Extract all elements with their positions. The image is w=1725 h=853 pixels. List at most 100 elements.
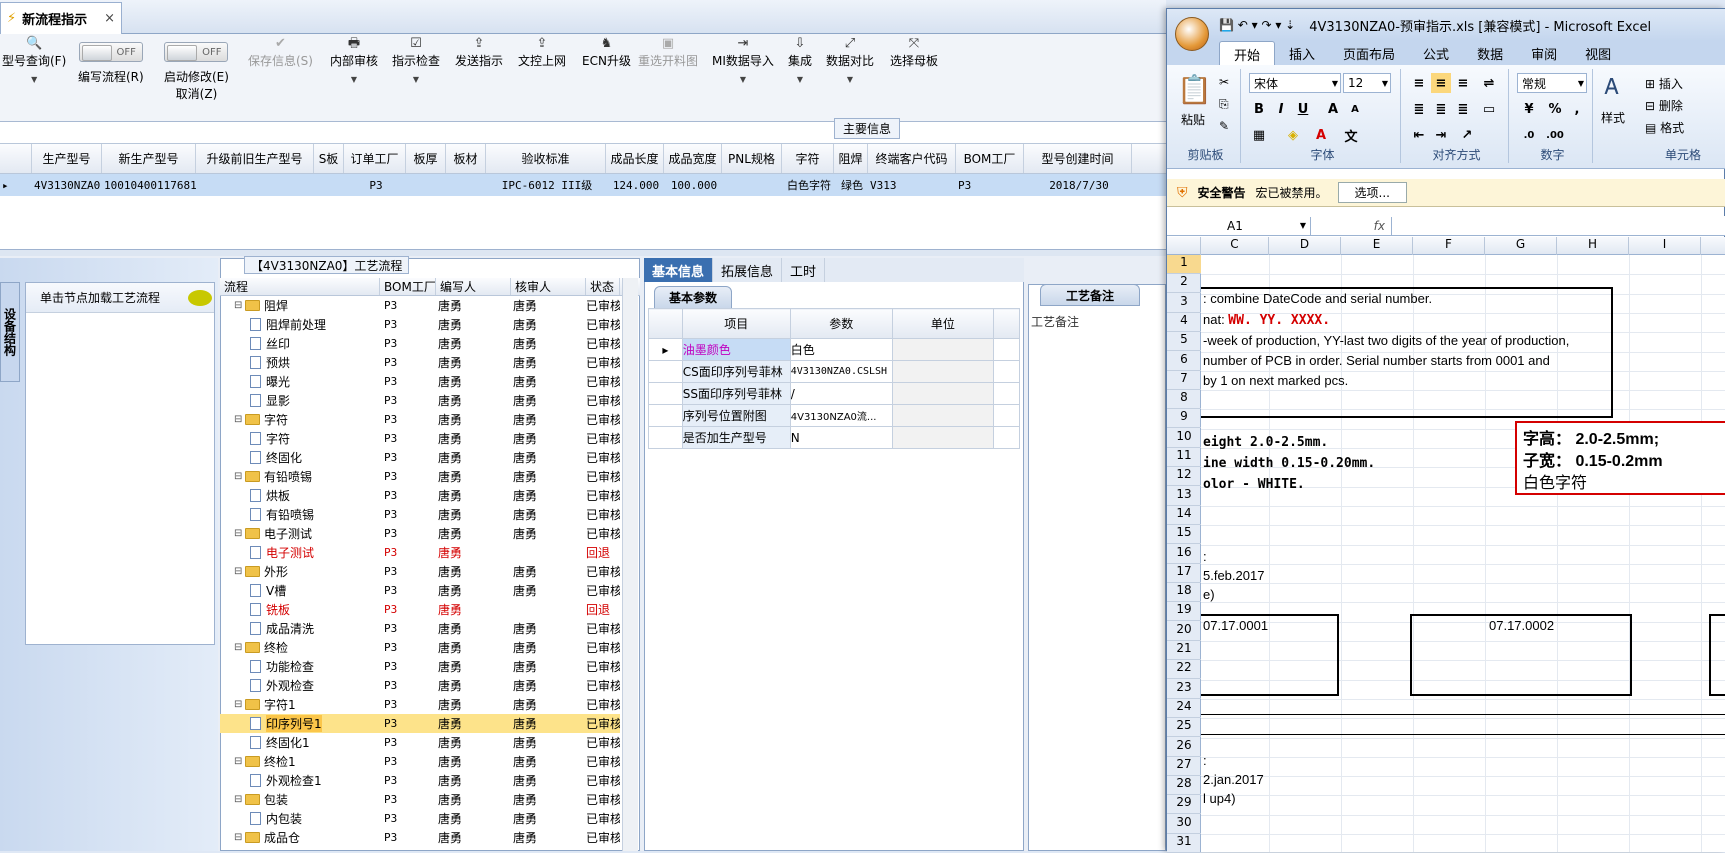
tree-row[interactable]: ⊟ 包装 P3 唐勇 唐勇 已审核 [220,790,620,809]
table-row[interactable]: 是否加生产型号 N [648,426,1020,449]
row-header[interactable]: 11 [1167,448,1201,467]
table-cell[interactable]: 4V3130NZA0 [32,174,102,196]
tree-row[interactable]: 电子测试 P3 唐勇 回退 [220,543,620,562]
collapse-icon[interactable]: ⊟ [234,566,243,577]
tree-node[interactable]: ⊟ 外形 [220,562,380,581]
doc-tab-new-process[interactable]: ⚡ 新流程指示 × [0,2,122,34]
grid-col-header[interactable]: 阻焊 [834,144,868,173]
tree-col-header[interactable]: 核审人 [511,278,586,295]
model-query-button[interactable]: 🔍 型号查询(F) ▼ [2,36,66,84]
grid-col-header[interactable]: 新生产型号 [102,144,196,173]
column-header[interactable]: E [1341,237,1413,255]
align-center-icon[interactable]: ≣ [1431,99,1451,119]
grid-col-header[interactable]: 验收标准 [486,144,606,173]
row-header[interactable]: 18 [1167,583,1201,602]
tree-node[interactable]: ⊟ 成品仓 [220,828,380,847]
tree-row[interactable]: 曝光 P3 唐勇 唐勇 已审核 [220,372,620,391]
internal-review-button[interactable]: 🖶 内部审核 ▼ [330,36,378,84]
tree-col-header[interactable]: 编写人 [436,278,511,295]
tree-row[interactable]: 印序列号1 P3 唐勇 唐勇 已审核 [220,714,620,733]
tree-row[interactable]: V槽 P3 唐勇 唐勇 已审核 [220,581,620,600]
write-process-toggle[interactable]: OFF 编写流程(R) [78,36,144,85]
column-header[interactable]: I [1629,237,1701,255]
save-info-button[interactable]: ✔ 保存信息(S) [248,36,313,69]
grid-col-header[interactable]: 字符 [782,144,834,173]
wrap-text-icon[interactable]: ⇌ [1479,73,1499,93]
tree-node[interactable]: 有铅喷锡 [220,505,380,524]
row-header[interactable]: 3 [1167,294,1201,313]
grid-col-header[interactable]: BOM工厂 [956,144,1024,173]
decrease-indent-icon[interactable]: ⇤ [1409,125,1429,145]
chat-bubble-icon[interactable] [188,289,213,306]
row-header[interactable]: 30 [1167,815,1201,834]
send-instruction-button[interactable]: ⇪ 发送指示 [455,36,503,69]
collapse-icon[interactable]: ⊟ [234,414,243,425]
close-tab-icon[interactable]: × [104,11,115,26]
font-size-select[interactable]: 12 ▼ [1343,73,1391,93]
ribbon-tab-view[interactable]: 视图 [1571,41,1625,65]
ribbon-tab-review[interactable]: 审阅 [1517,41,1571,65]
tree-node[interactable]: 曝光 [220,372,380,391]
tree-row[interactable]: 显影 P3 唐勇 唐勇 已审核 [220,391,620,410]
params-col-header[interactable]: 参数 [789,308,893,339]
grid-col-header[interactable]: S板 [314,144,344,173]
tree-node[interactable]: ⊟ 有铅喷锡 [220,467,380,486]
param-item[interactable]: 是否加生产型号 [681,426,791,449]
row-header[interactable]: 13 [1167,487,1201,506]
format-cells-button[interactable]: ▤ 格式 [1645,119,1684,136]
ribbon-tab-page-layout[interactable]: 页面布局 [1329,41,1409,65]
toggle-switch[interactable]: OFF [78,42,143,62]
row-header[interactable]: 19 [1167,602,1201,621]
device-structure-tab[interactable]: 设备结构 [0,282,20,382]
ribbon-tab-insert[interactable]: 插入 [1275,41,1329,65]
align-bottom-icon[interactable]: ≡ [1453,73,1473,93]
tree-node[interactable]: 内包装 [220,809,380,828]
collapse-icon[interactable]: ⊟ [234,756,243,767]
tree-row[interactable]: ⊟ 有铅喷锡 P3 唐勇 唐勇 已审核 [220,467,620,486]
param-unit[interactable] [891,426,995,449]
instruction-check-button[interactable]: ☑ 指示检查 ▼ [392,36,440,84]
param-value[interactable]: 白色 [789,338,893,361]
tree-node[interactable]: 烘板 [220,486,380,505]
table-cell[interactable] [406,174,446,196]
collapse-icon[interactable]: ⊟ [234,300,243,311]
row-header[interactable]: 7 [1167,371,1201,390]
shrink-font-icon[interactable]: A [1345,99,1365,119]
office-button-icon[interactable] [1175,17,1209,51]
tree-row[interactable]: 外观检查 P3 唐勇 唐勇 已审核 [220,676,620,695]
tree-node[interactable]: ⊟ 阻焊 [220,296,380,315]
table-cell[interactable]: 100.000 [664,174,722,196]
tree-row[interactable]: ⊟ 成品仓 P3 唐勇 唐勇 已审核 [220,828,620,847]
tree-scrollbar[interactable] [622,278,638,851]
grid-col-header[interactable]: 板材 [446,144,486,173]
tree-row[interactable]: ⊟ 字符1 P3 唐勇 唐勇 已审核 [220,695,620,714]
grid-col-header[interactable]: PNL规格 [722,144,782,173]
horizontal-splitter[interactable] [0,250,1166,256]
row-header[interactable]: 25 [1167,718,1201,737]
tree-row[interactable]: ⊟ 终检 P3 唐勇 唐勇 已审核 [220,638,620,657]
select-all-corner[interactable] [1167,237,1201,255]
tree-col-header[interactable]: 流程 [220,278,380,295]
table-cell[interactable]: 白色字符 [782,174,834,196]
grid-col-header[interactable]: 成品宽度 [664,144,722,173]
comma-icon[interactable]: , [1567,99,1587,119]
underline-icon[interactable]: U [1293,99,1313,119]
row-header[interactable]: 29 [1167,795,1201,814]
collapse-icon[interactable]: ⊟ [234,528,243,539]
tree-node[interactable]: ⊟ 包装 [220,790,380,809]
border-icon[interactable]: ▦ [1249,125,1269,145]
delete-cells-button[interactable]: ⊟ 删除 [1645,97,1683,114]
row-header[interactable]: 14 [1167,506,1201,525]
row-header[interactable]: 6 [1167,352,1201,371]
table-cell[interactable]: 10010400117681 [102,174,196,196]
grid-col-header[interactable]: 成品长度 [606,144,664,173]
decrease-decimal-icon[interactable]: .00 [1545,125,1565,145]
tree-col-header[interactable]: 状态 [586,278,620,295]
tree-node[interactable]: 电子测试 [220,543,380,562]
table-cell[interactable]: V313 [868,174,956,196]
tree-row[interactable]: 有铅喷锡 P3 唐勇 唐勇 已审核 [220,505,620,524]
number-format-select[interactable]: 常规 ▼ [1517,73,1587,93]
styles-button[interactable]: 样式 [1601,109,1625,126]
tree-row[interactable]: ⊟ 字符 P3 唐勇 唐勇 已审核 [220,410,620,429]
grid-col-header[interactable]: 升级前旧生产型号 [196,144,314,173]
